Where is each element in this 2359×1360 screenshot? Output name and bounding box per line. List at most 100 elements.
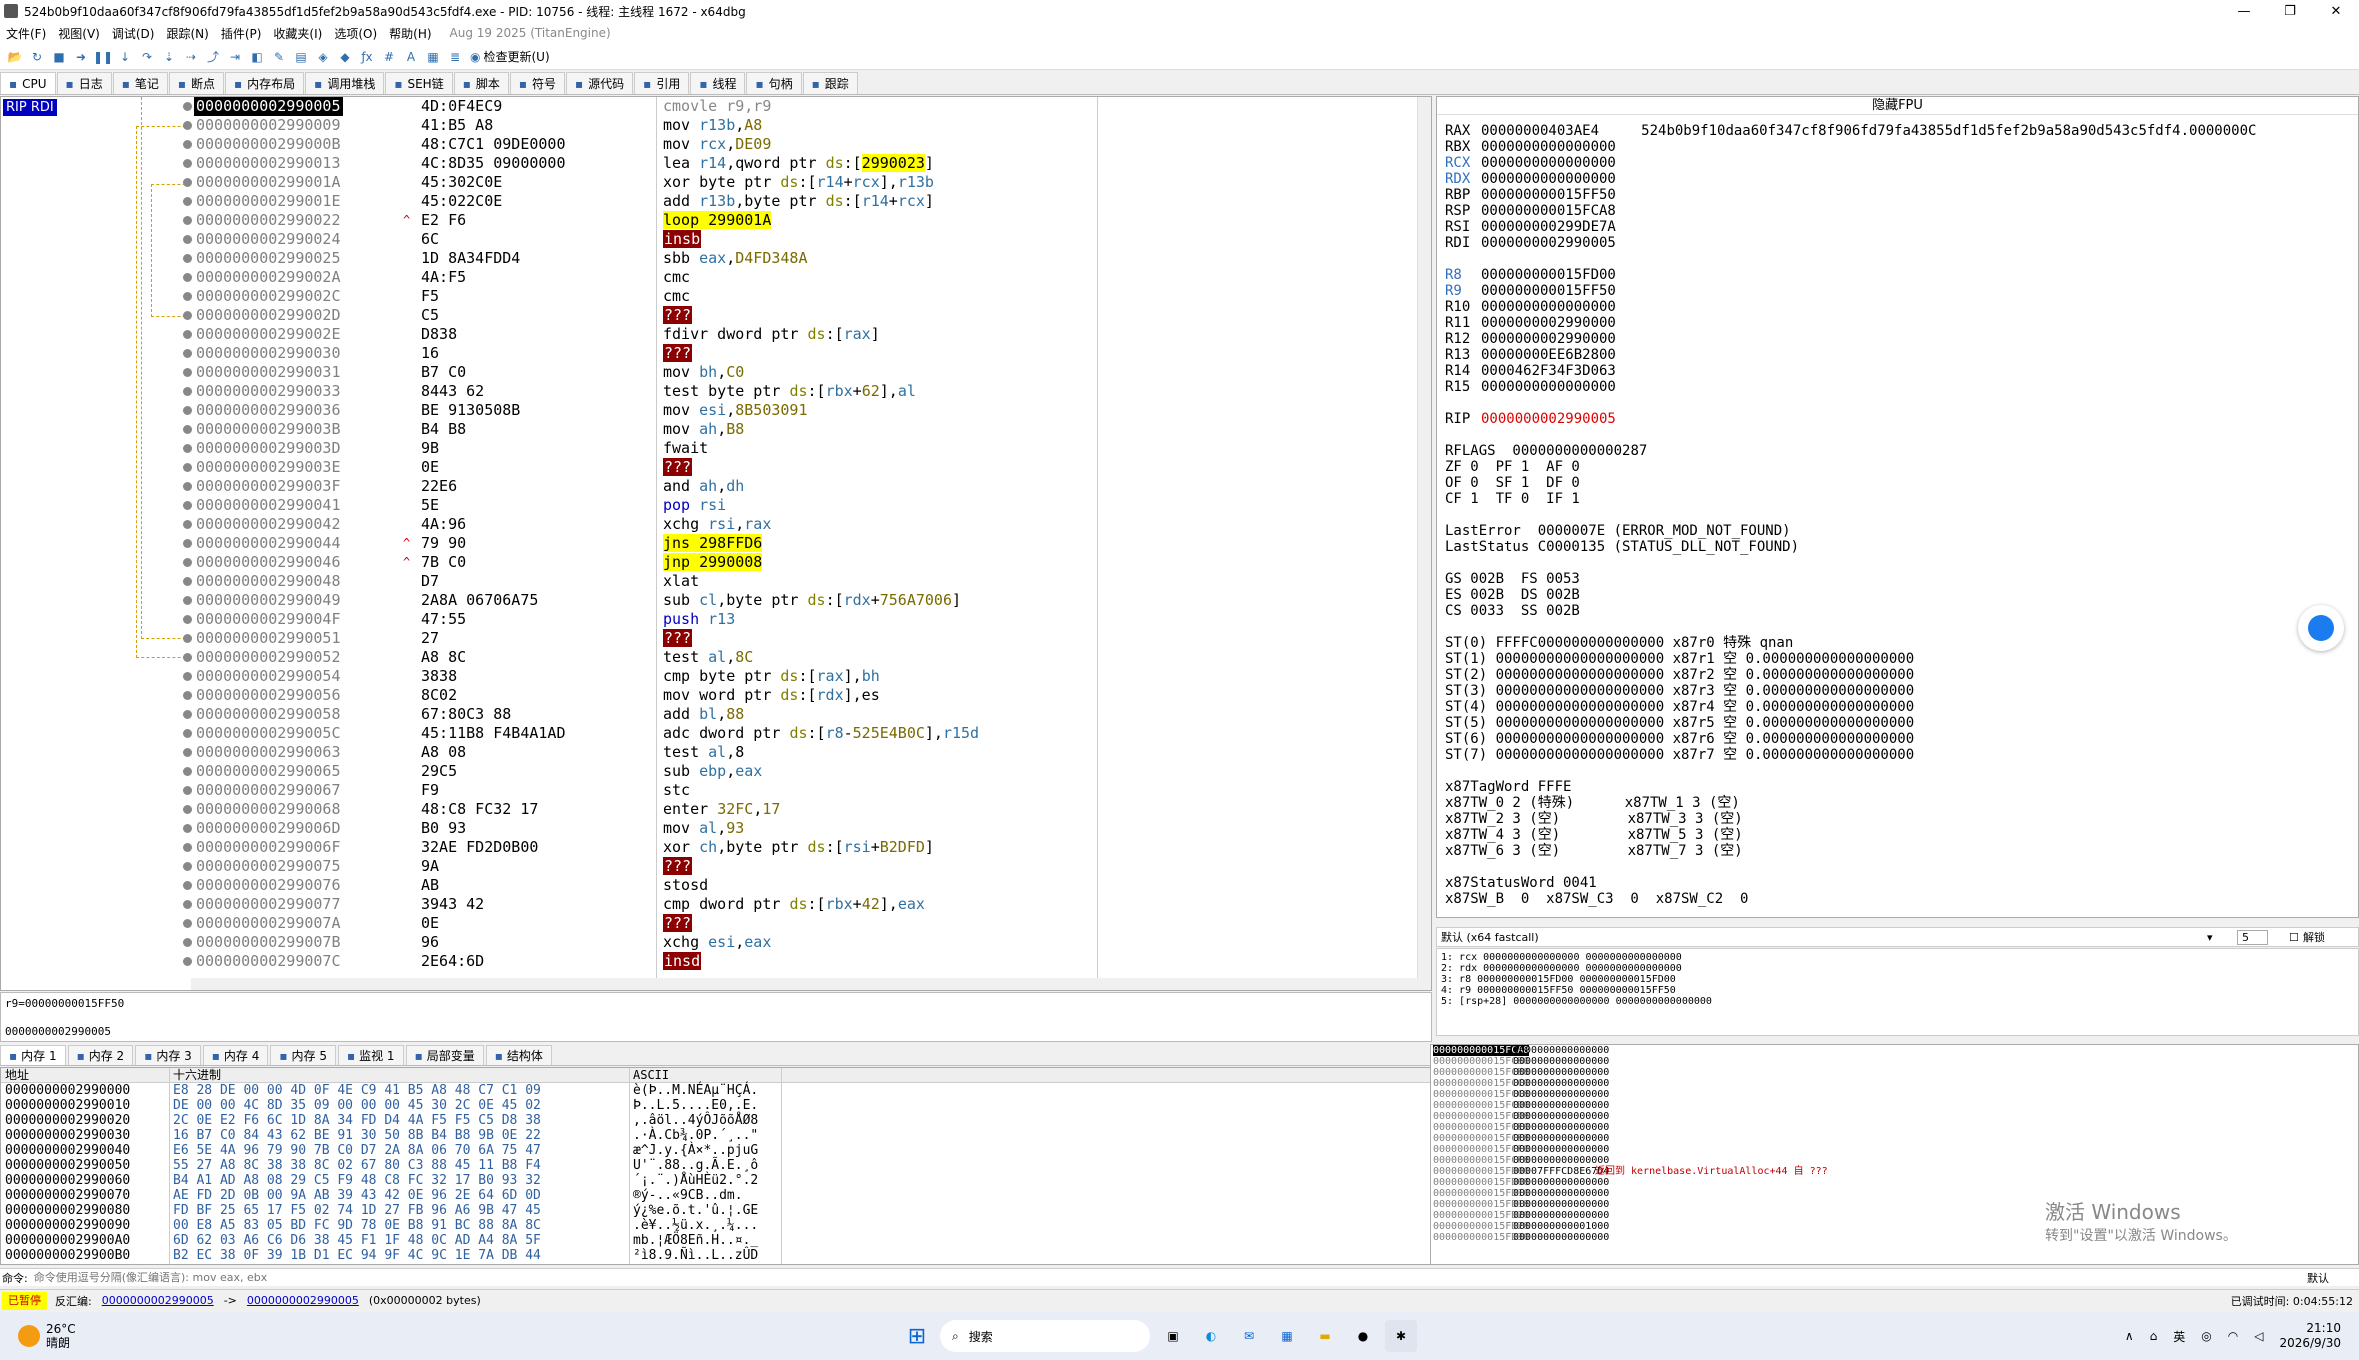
outlook-icon[interactable]: ✉ [1233,1320,1265,1352]
dump-row[interactable]: 0000000002990030 16 B7 C0 84 43 62 BE 91 … [1,1128,1431,1143]
dump-row[interactable]: 0000000002990040 E6 5E 4A 96 79 90 7B C0 … [1,1143,1431,1158]
tab-source[interactable]: ▪ 源代码 [566,72,634,94]
register-line[interactable]: RBP 000000000015FF50 [1445,187,2256,203]
disasm-row[interactable]: 0000000002990056 8C02 mov word ptr ds:[rdx… [183,686,1431,705]
stack-row[interactable]: 000000000015FD10 0000000000000000 [1431,1188,2358,1199]
arg-count-stepper[interactable]: 5 [2237,929,2268,945]
register-line[interactable]: ST(4) 00000000000000000000 x87r4 空 0.000… [1445,699,2256,715]
input-language[interactable]: 英 [2173,1328,2185,1345]
dump-row[interactable]: 0000000002990070 AE FD 2D 0B 00 9A AB 39 … [1,1188,1431,1203]
breakpoint-dot[interactable] [183,254,192,263]
disasm-row[interactable]: 0000000002990024 6C insb [183,230,1431,249]
tray-volume-icon[interactable]: ◁ [2254,1329,2263,1343]
menu-options[interactable]: 选项(O) [328,25,383,42]
breakpoint-dot[interactable] [183,881,192,890]
disasm-row[interactable]: 000000000299002D C5??? [183,306,1431,325]
tab-memory-map[interactable]: ▪ 内存布局 [225,72,305,94]
task-view-icon[interactable]: ▣ [1157,1320,1189,1352]
close-icon[interactable]: ✕ [2313,0,2359,22]
dump-tab[interactable]: ▪ 内存 5 [270,1045,336,1065]
disasm-row[interactable]: 000000000299002E D838 fdivr dword ptr ds:[… [183,325,1431,344]
start-icon[interactable]: ⊞ [901,1320,933,1352]
stack-row[interactable]: 000000000015FCB0 0000000000000000 [1431,1056,2358,1067]
disasm-row[interactable]: 000000000299000B 48:C7C1 09DE0000 mov rcx,… [183,135,1431,154]
register-line[interactable]: CF 1 TF 0 IF 1 [1445,491,2256,507]
dump-tab[interactable]: ▪ 局部变量 [405,1045,484,1065]
trace-over-icon[interactable]: ⇢ [182,48,200,66]
trace-into-icon[interactable]: ⇣ [160,48,178,66]
disasm-row[interactable]: 0000000002990009 41:B5 A8 mov r13b,A8 [183,116,1431,135]
breakpoint-dot[interactable] [183,501,192,510]
bookmark-icon[interactable]: ◆ [336,48,354,66]
register-line[interactable]: R10 0000000000000000 [1445,299,2256,315]
breakpoint-dot[interactable] [183,653,192,662]
breakpoint-dot[interactable] [183,178,192,187]
stack-row[interactable]: 000000000015FCE8 0000000000000000 [1431,1133,2358,1144]
tab-trace[interactable]: ▪ 跟踪 [802,72,858,94]
breakpoint-dot[interactable] [183,235,192,244]
tab-script[interactable]: ▪ 脚本 [453,72,509,94]
breakpoint-dot[interactable] [183,102,192,111]
x64dbg-taskbar-icon[interactable]: ✱ [1385,1320,1417,1352]
disasm-row[interactable]: 0000000002990077 3943 42 cmp dword ptr ds:… [183,895,1431,914]
tab-log[interactable]: ▪ 日志 [56,72,112,94]
store-icon[interactable]: ▦ [1271,1320,1303,1352]
disasm-row[interactable]: 000000000299006F 32AE FD2D0B00 xor ch,byte… [183,838,1431,857]
menu-trace[interactable]: 跟踪(N) [160,25,214,42]
breakpoint-dot[interactable] [183,292,192,301]
register-line[interactable] [1445,251,2256,267]
register-line[interactable]: x87TW_2 3 (空) x87TW_3 3 (空) [1445,811,2256,827]
breakpoint-dot[interactable] [183,216,192,225]
register-line[interactable]: x87TagWord FFFE [1445,779,2256,795]
disasm-row[interactable]: 000000000299003E 0E??? [183,458,1431,477]
disasm-row[interactable]: 0000000002990052 A8 8C test al,8C [183,648,1431,667]
register-line[interactable]: x87SW_B 0 x87SW_C3 0 x87SW_C2 0 [1445,891,2256,907]
tab-symbol[interactable]: ▪ 符号 [509,72,566,94]
disasm-row[interactable]: 0000000002990067 F9 stc [183,781,1431,800]
stack-row[interactable]: 000000000015FCA8 0000000000000000 [1431,1045,2358,1056]
disasm-row[interactable]: 0000000002990054 3838 cmp byte ptr ds:[rax… [183,667,1431,686]
breakpoint-dot[interactable] [183,273,192,282]
disasm-row[interactable]: 0000000002990022 ^ E2 F6 loop 299001A [183,211,1431,230]
label-icon[interactable]: ◈ [314,48,332,66]
register-line[interactable]: GS 002B FS 0053 [1445,571,2256,587]
explorer-icon[interactable]: ▬ [1309,1320,1341,1352]
register-line[interactable]: RDX 0000000000000000 [1445,171,2256,187]
tab-breakpoint[interactable]: ▪ 断点 [168,72,225,94]
register-line[interactable]: ST(5) 00000000000000000000 x87r5 空 0.000… [1445,715,2256,731]
register-line[interactable]: R11 0000000002990000 [1445,315,2256,331]
register-line[interactable]: CS 0033 SS 002B [1445,603,2256,619]
stack-row[interactable]: 000000000015FD08 0000000000000000 [1431,1177,2358,1188]
stack-row[interactable]: 000000000015FCF0 0000000000000000 [1431,1144,2358,1155]
dump-tab[interactable]: ▪ 监视 1 [337,1045,404,1065]
dump-row[interactable]: 00000000029900A0 6D 62 03 A6 C6 D6 38 45 … [1,1233,1431,1248]
dump-row[interactable]: 0000000002990050 55 27 A8 8C 38 38 8C 02 … [1,1158,1431,1173]
disasm-row[interactable]: 000000000299002A 4A:F5 cmc [183,268,1431,287]
register-line[interactable] [1445,619,2256,635]
disasm-row[interactable]: 0000000002990025 1D 8A34FDD4 sbb eax,D4FD3… [183,249,1431,268]
breakpoint-dot[interactable] [183,615,192,624]
disasm-row[interactable]: 0000000002990042 4A:96 xchg rsi,rax [183,515,1431,534]
menu-debug[interactable]: 调试(D) [106,25,161,42]
breakpoint-dot[interactable] [183,843,192,852]
log-icon[interactable]: ≣ [446,48,464,66]
stack-row[interactable]: 000000000015FCF8 0000000000000000 [1431,1155,2358,1166]
disasm-row[interactable]: 0000000002990030 16??? [183,344,1431,363]
breakpoint-dot[interactable] [183,919,192,928]
stop-icon[interactable]: ■ [50,48,68,66]
disassembly-view[interactable]: RIP RDI 0000000002990005 4D:0F4EC9 cmovle … [0,96,1432,991]
breakpoint-dot[interactable] [183,330,192,339]
disasm-row[interactable]: 0000000002990075 9A??? [183,857,1431,876]
dump-row[interactable]: 0000000002990000 E8 28 DE 00 00 4D 0F 4E … [1,1083,1431,1098]
app-avatar-icon[interactable]: ● [1347,1320,1379,1352]
stack-row[interactable]: 000000000015FCE0 0000000000000000 [1431,1122,2358,1133]
register-line[interactable]: x87StatusWord 0041 [1445,875,2256,891]
breakpoint-dot[interactable] [183,349,192,358]
register-line[interactable]: x87TW_0 2 (特殊) x87TW_1 3 (空) [1445,795,2256,811]
pause-icon[interactable]: ❚❚ [93,48,113,66]
disasm-row[interactable]: 0000000002990068 48:C8 FC32 17 enter 32FC,… [183,800,1431,819]
memory-dump[interactable]: 地址 十六进制 ASCII 0000000002990000 E8 28 DE 0… [0,1067,1432,1265]
register-line[interactable]: LastError 0000007E (ERROR_MOD_NOT_FOUND) [1445,523,2256,539]
edge-icon[interactable]: ◐ [1195,1320,1227,1352]
disasm-row[interactable]: 000000000299004F 47:55 push r13 [183,610,1431,629]
